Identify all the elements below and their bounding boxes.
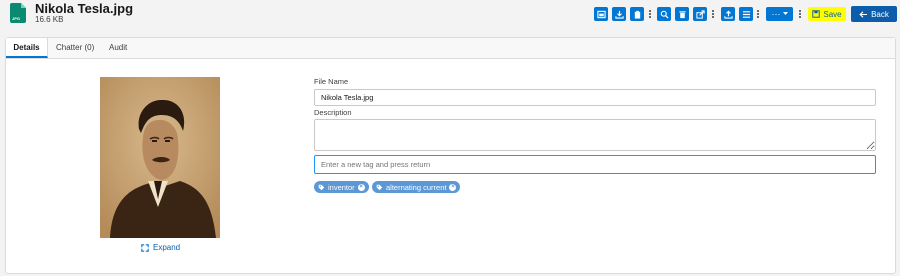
file-size: 16.6 KB [35, 15, 64, 24]
save-label: Save [823, 9, 842, 19]
toolbar-divider [712, 10, 714, 18]
more-actions-button[interactable]: ··· [766, 7, 793, 21]
clipboard-icon [634, 10, 640, 19]
upload-icon [723, 10, 733, 19]
file-name-field[interactable] [314, 89, 876, 106]
description-field[interactable] [314, 119, 876, 151]
file-name-label: File Name [314, 77, 349, 86]
image-preview[interactable] [100, 77, 220, 238]
expand-link[interactable]: Expand [141, 243, 180, 252]
preview-button[interactable] [594, 7, 608, 21]
tab-details[interactable]: Details [6, 38, 48, 58]
record-header: JPG Nikola Tesla.jpg 16.6 KB ··· Save Ba… [0, 0, 900, 30]
expand-label: Expand [153, 243, 181, 252]
share-button[interactable] [693, 7, 707, 21]
tag-pill: alternating current × [372, 181, 461, 193]
remove-tag-icon[interactable]: × [449, 183, 457, 191]
search-icon [660, 10, 669, 19]
toolbar-divider [757, 10, 759, 18]
tag-label: alternating current [386, 182, 447, 192]
tag-input[interactable] [314, 155, 876, 174]
expand-icon [141, 243, 149, 252]
svg-text:JPG: JPG [12, 16, 20, 21]
more-label: ··· [771, 9, 781, 19]
upload-button[interactable] [721, 7, 735, 21]
download-icon [614, 10, 624, 19]
copy-button[interactable] [630, 7, 644, 21]
trash-icon [678, 10, 686, 18]
remove-tag-icon[interactable]: × [357, 183, 365, 191]
tag-icon [318, 184, 325, 190]
toolbar-divider [649, 10, 651, 18]
save-button[interactable]: Save [808, 7, 846, 21]
search-button[interactable] [657, 7, 671, 21]
tag-label: inventor [328, 182, 355, 192]
arrow-left-icon [859, 10, 868, 18]
description-label: Description [314, 108, 352, 117]
list-icon [742, 10, 750, 18]
portrait-photo [100, 77, 220, 238]
back-label: Back [871, 9, 889, 19]
tab-audit[interactable]: Audit [109, 38, 127, 58]
tag-icon [376, 184, 383, 190]
tab-chatter[interactable]: Chatter (0) [56, 38, 94, 58]
back-button[interactable]: Back [851, 6, 897, 22]
toolbar-divider [799, 10, 801, 18]
download-button[interactable] [612, 7, 626, 21]
jpg-file-icon: JPG [10, 3, 26, 23]
share-icon [695, 9, 705, 19]
tab-bar: Details Chatter (0) Audit [6, 38, 895, 59]
list-button[interactable] [739, 7, 753, 21]
image-icon [596, 10, 606, 18]
record-detail-card: Details Chatter (0) Audit Expand File Na… [5, 37, 896, 274]
tag-pill: inventor × [314, 181, 369, 193]
save-icon [812, 10, 821, 18]
file-title: Nikola Tesla.jpg [35, 1, 134, 16]
chevron-down-icon [782, 12, 788, 15]
delete-button[interactable] [675, 7, 689, 21]
